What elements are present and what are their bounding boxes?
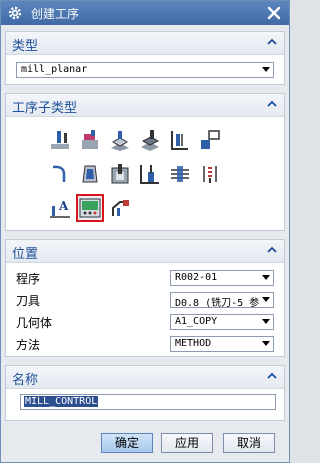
clean-up-corners-icon[interactable] <box>196 126 224 154</box>
face-milling-area-icon <box>51 131 69 149</box>
finish-walls-icon <box>52 165 66 182</box>
thread-milling-icon[interactable] <box>196 160 224 188</box>
dropdown-arrow-icon <box>262 67 270 72</box>
planar-mill-icon[interactable] <box>136 126 164 154</box>
type-dropdown[interactable]: mill_planar <box>16 62 274 78</box>
subtype-section-title: 工序子类型 <box>12 101 78 116</box>
planar-text-icon[interactable]: A <box>46 194 74 222</box>
mill-user-icon <box>112 200 129 216</box>
dialog-title: 创建工序 <box>31 7 80 21</box>
hole-milling-icon[interactable] <box>136 160 164 188</box>
type-section: 类型 mill_planar <box>5 31 285 85</box>
type-section-header[interactable]: 类型 <box>6 32 284 55</box>
finish-walls-icon[interactable] <box>46 160 74 188</box>
dropdown-arrow-icon <box>262 341 270 346</box>
type-dropdown-value: mill_planar <box>21 64 88 75</box>
close-icon[interactable] <box>265 4 283 22</box>
name-input[interactable]: MILL_CONTROL <box>20 394 276 410</box>
chevron-up-icon[interactable] <box>266 36 278 48</box>
finish-floor-icon <box>82 165 98 183</box>
clean-up-corners-icon <box>201 130 220 149</box>
tool-dropdown[interactable]: D0.8 (铣刀-5 参 <box>170 292 274 309</box>
chevron-up-icon[interactable] <box>266 98 278 110</box>
mill-control-icon <box>79 198 101 218</box>
name-section-title: 名称 <box>12 373 39 388</box>
groove-milling-icon[interactable] <box>106 160 134 188</box>
ok-button[interactable]: 确定 <box>101 433 153 453</box>
thread-milling-icon <box>203 166 217 183</box>
program-dropdown[interactable]: R002-01 <box>170 270 274 286</box>
tool-label: 刀具 <box>16 294 41 308</box>
boss-thread-milling-icon[interactable] <box>166 160 194 188</box>
location-section-header[interactable]: 位置 <box>6 240 284 263</box>
program-value: R002-01 <box>175 272 218 283</box>
type-section-title: 类型 <box>12 39 39 54</box>
face-milling-manual-icon <box>111 131 129 151</box>
mill-user-icon[interactable] <box>106 194 134 222</box>
method-label: 方法 <box>16 338 41 352</box>
svg-text:A: A <box>58 199 69 213</box>
geometry-dropdown[interactable]: A1_COPY <box>170 314 274 330</box>
subtype-section-header[interactable]: 工序子类型 <box>6 94 284 117</box>
dropdown-arrow-icon <box>262 319 270 324</box>
name-section-header[interactable]: 名称 <box>6 366 284 389</box>
method-dropdown[interactable]: METHOD <box>170 336 274 352</box>
hole-milling-icon <box>140 165 159 184</box>
face-milling-area-icon[interactable] <box>46 126 74 154</box>
subtype-section: 工序子类型 A <box>5 93 285 231</box>
planar-profile-icon[interactable] <box>166 126 194 154</box>
face-milling-icon <box>82 130 98 149</box>
chevron-up-icon[interactable] <box>266 370 278 382</box>
planar-profile-icon <box>171 131 188 150</box>
tool-value: D0.8 (铣刀-5 参 <box>175 298 260 309</box>
program-label: 程序 <box>16 272 41 286</box>
create-operation-dialog: 创建工序 类型 mill_planar 工序子类型 A 位置 程序 R002-0… <box>0 0 290 463</box>
method-value: METHOD <box>175 338 212 349</box>
name-input-value: MILL_CONTROL <box>24 396 99 407</box>
planar-text-icon: A <box>50 199 70 218</box>
chevron-up-icon[interactable] <box>266 244 278 256</box>
geometry-value: A1_COPY <box>175 316 218 327</box>
mill-control-icon[interactable] <box>76 194 104 222</box>
gear-icon <box>8 6 22 20</box>
finish-floor-icon[interactable] <box>76 160 104 188</box>
apply-button[interactable]: 应用 <box>161 433 213 453</box>
face-milling-manual-icon[interactable] <box>106 126 134 154</box>
dropdown-arrow-icon <box>262 297 270 302</box>
planar-mill-icon <box>141 130 160 151</box>
name-section: 名称 MILL_CONTROL <box>5 365 285 421</box>
location-section: 位置 程序 R002-01 刀具 D0.8 (铣刀-5 参 几何体 A1_COP… <box>5 239 285 357</box>
cancel-button[interactable]: 取消 <box>223 433 275 453</box>
face-milling-icon[interactable] <box>76 126 104 154</box>
geometry-label: 几何体 <box>16 316 53 330</box>
location-section-title: 位置 <box>12 247 39 262</box>
groove-milling-icon <box>111 164 129 184</box>
title-bar[interactable]: 创建工序 <box>1 1 289 25</box>
dropdown-arrow-icon <box>262 275 270 280</box>
boss-thread-milling-icon <box>171 166 189 182</box>
